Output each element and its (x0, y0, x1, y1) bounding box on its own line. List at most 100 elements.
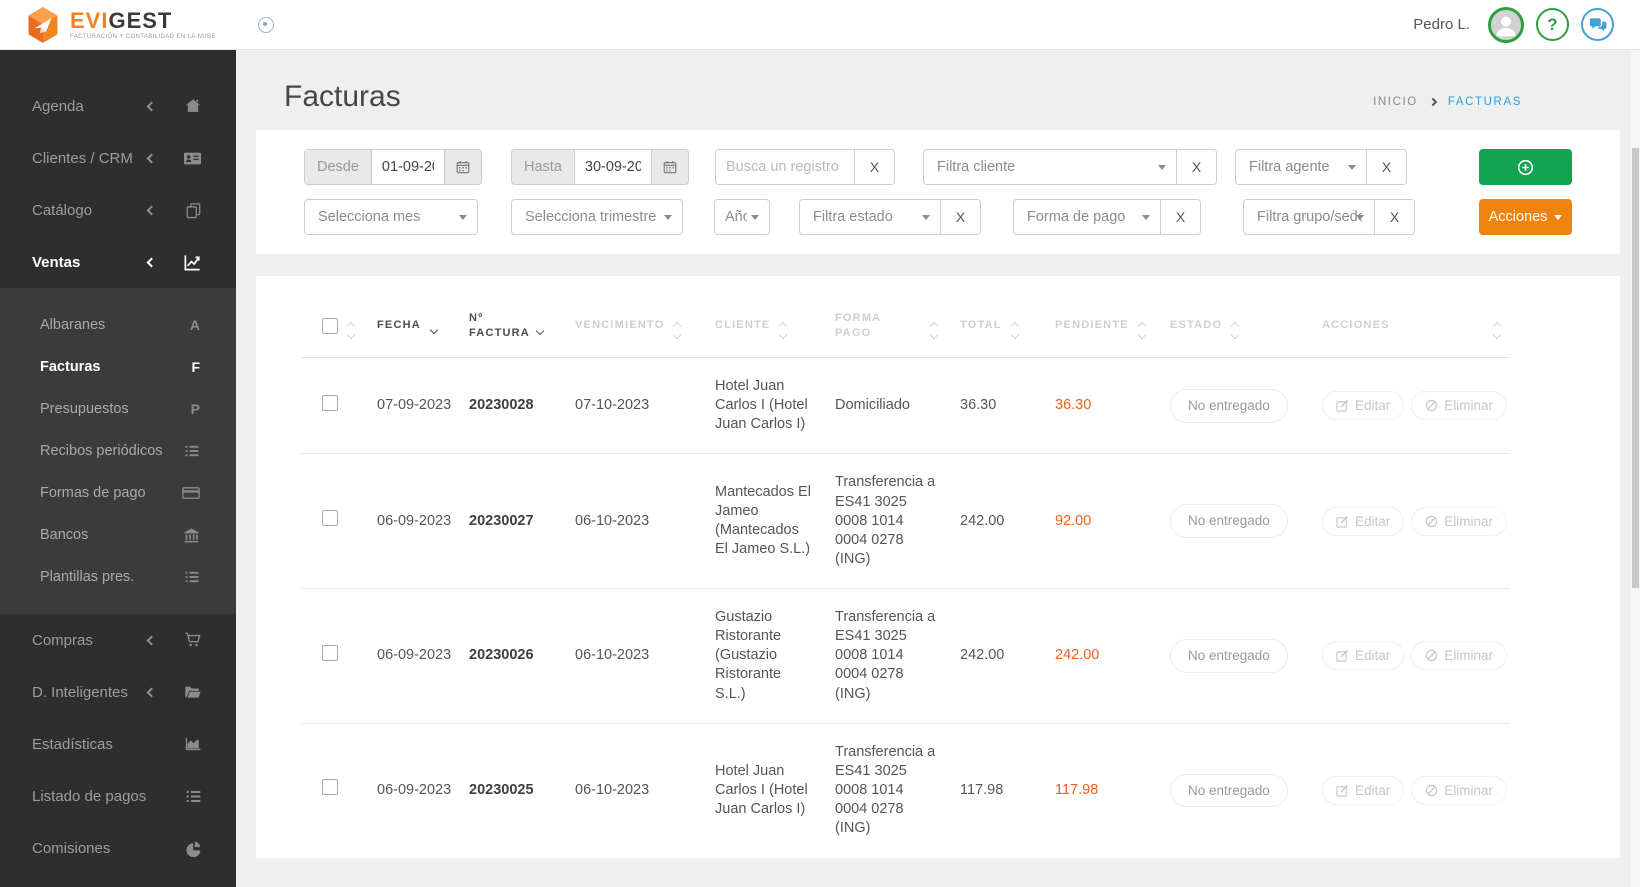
add-invoice-button[interactable] (1479, 149, 1572, 185)
user-avatar[interactable] (1488, 6, 1524, 43)
sort-desc-icon[interactable] (429, 326, 439, 335)
quarter-select[interactable]: Selecciona trimestre (512, 200, 682, 234)
person-icon (1491, 10, 1521, 40)
edit-button[interactable]: Editar (1322, 641, 1405, 671)
date-from-input[interactable] (371, 150, 444, 184)
sort-icon[interactable] (346, 321, 356, 340)
sidebar-item-estadisticas[interactable]: Estadísticas (0, 718, 236, 770)
payment-method-clear-button[interactable]: X (1160, 200, 1200, 234)
chart-line-icon (183, 253, 202, 272)
year-select[interactable]: Año (715, 200, 769, 234)
row-checkbox[interactable] (322, 644, 338, 661)
delete-button[interactable]: Eliminar (1411, 506, 1508, 536)
caret-down-icon (664, 214, 672, 220)
row-checkbox[interactable] (322, 510, 338, 527)
submenu-item-formas-de-pago[interactable]: Formas de pago (0, 472, 236, 514)
sort-icon[interactable] (673, 321, 682, 340)
edit-button[interactable]: Editar (1322, 506, 1405, 536)
group-site-select[interactable]: Filtra grupo/sede (1244, 200, 1374, 234)
submenu-item-presupuestos[interactable]: Presupuestos P (0, 388, 236, 430)
status-badge: No entregado (1170, 773, 1288, 808)
sidebar-item-comisiones[interactable]: Comisiones (0, 822, 236, 874)
sort-icon[interactable] (1137, 321, 1147, 340)
search-clear-button[interactable]: X (854, 150, 894, 184)
col-header-pendiente[interactable]: PENDIENTE (1047, 318, 1147, 340)
submenu-item-recibos-periodicos[interactable]: Recibos periódicos (0, 430, 236, 472)
col-header-acciones[interactable]: ACCIONES (1307, 318, 1510, 340)
col-header-vencimiento[interactable]: VENCIMIENTO (561, 318, 682, 340)
sidebar-item-ventas[interactable]: Ventas (0, 236, 236, 288)
agent-filter-group: Filtra agente X (1235, 149, 1407, 185)
delete-button[interactable]: Eliminar (1411, 391, 1508, 421)
month-select-group: Selecciona mes (304, 199, 478, 235)
invoices-table-card: FECHA Nº FACTURA VENCIMIENTO CLIENTE FOR… (256, 276, 1620, 858)
cart-icon (184, 631, 202, 649)
sidebar-item-agenda[interactable]: Agenda (0, 80, 236, 132)
due-date: 06-10-2023 (575, 781, 650, 798)
date-to-input[interactable] (574, 150, 651, 184)
sort-desc-icon[interactable] (535, 326, 545, 335)
chart-area-icon (184, 735, 202, 753)
edit-button[interactable]: Editar (1322, 391, 1405, 421)
client-name: Gustazio Ristorante (Gustazio Ristorante… (715, 609, 782, 702)
scrollbar-thumb[interactable] (1632, 148, 1639, 588)
chevron-left-icon (146, 153, 157, 163)
pending-amount: 92.00 (1055, 512, 1092, 529)
col-header-cliente[interactable]: CLIENTE (673, 318, 823, 340)
submenu-item-albaranes[interactable]: Albaranes A (0, 304, 236, 346)
submenu-item-bancos[interactable]: Bancos (0, 514, 236, 556)
payment-method-select[interactable]: Forma de pago (1014, 200, 1160, 234)
client-filter-select[interactable]: Filtra cliente (924, 150, 1176, 184)
edit-button[interactable]: Editar (1322, 775, 1405, 805)
group-site-clear-button[interactable]: X (1374, 200, 1414, 234)
invoice-number: 20230026 (469, 647, 534, 664)
submenu-item-facturas[interactable]: Facturas F (0, 346, 236, 388)
col-header-estado[interactable]: ESTADO (1147, 318, 1307, 340)
help-button[interactable]: ? (1536, 8, 1569, 41)
col-header-fecha[interactable]: FECHA (353, 318, 457, 335)
app-logo[interactable]: EVIGEST FACTURACIÓN Y CONTABILIDAD EN LA… (26, 6, 216, 44)
sort-icon[interactable] (1230, 321, 1240, 340)
row-checkbox[interactable] (322, 394, 338, 411)
agent-filter-clear-button[interactable]: X (1366, 150, 1406, 184)
sidebar-item-listado-de-pagos[interactable]: Listado de pagos (0, 770, 236, 822)
client-filter-group: Filtra cliente X (923, 149, 1217, 185)
search-input[interactable] (716, 150, 854, 184)
breadcrumb-inicio[interactable]: INICIO (1373, 96, 1418, 108)
copy-icon (185, 202, 202, 219)
select-all-checkbox[interactable] (322, 317, 338, 334)
delete-button[interactable]: Eliminar (1411, 641, 1508, 671)
col-header-forma-pago[interactable]: FORMA PAGO (823, 311, 947, 340)
sidebar-item-d-inteligentes[interactable]: D. Inteligentes (0, 666, 236, 718)
sort-icon[interactable] (1492, 321, 1502, 340)
status-filter-select[interactable]: Filtra estado (800, 200, 940, 234)
sort-icon[interactable] (929, 321, 939, 340)
chevron-right-icon (1428, 97, 1438, 107)
status-filter-clear-button[interactable]: X (940, 200, 980, 234)
chevron-left-icon (146, 635, 157, 645)
submenu-item-plantillas-pres[interactable]: Plantillas pres. (0, 556, 236, 598)
calendar-icon[interactable] (651, 150, 688, 184)
breadcrumb-facturas: FACTURAS (1447, 96, 1522, 108)
sidebar-item-compras[interactable]: Compras (0, 614, 236, 666)
status-filter-group: Filtra estado X (799, 199, 981, 235)
col-header-total[interactable]: TOTAL (947, 318, 1047, 340)
sort-icon[interactable] (779, 321, 788, 340)
row-checkbox[interactable] (322, 779, 338, 796)
chat-button[interactable] (1581, 8, 1614, 41)
sidebar-item-clientes-crm[interactable]: Clientes / CRM (0, 132, 236, 184)
acciones-button[interactable]: Acciones (1479, 199, 1572, 235)
month-select[interactable]: Selecciona mes (305, 200, 477, 234)
col-header-num-factura[interactable]: Nº FACTURA (457, 311, 561, 340)
target-icon[interactable] (257, 16, 274, 33)
delete-button[interactable]: Eliminar (1411, 775, 1508, 805)
chevron-left-icon (146, 257, 157, 267)
sort-icon[interactable] (1010, 321, 1019, 340)
edit-pencil-icon (1336, 399, 1349, 412)
col-header-select-all[interactable] (301, 317, 356, 340)
calendar-icon[interactable] (444, 150, 481, 184)
client-filter-clear-button[interactable]: X (1176, 150, 1216, 184)
agent-filter-select[interactable]: Filtra agente (1236, 150, 1366, 184)
sidebar-item-catalogo[interactable]: Catálogo (0, 184, 236, 236)
invoice-number: 20230027 (469, 512, 534, 529)
